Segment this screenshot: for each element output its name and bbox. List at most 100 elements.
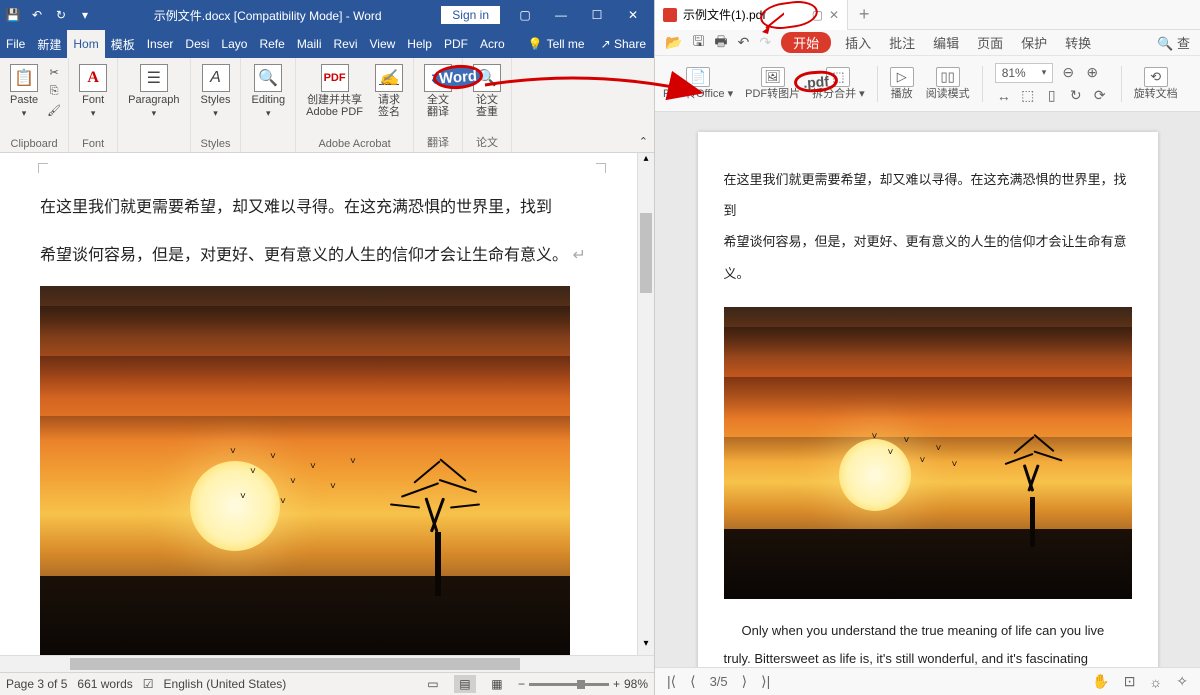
loop-icon[interactable]: ⟳ [1091, 87, 1109, 105]
read-mode-icon[interactable]: ▭ [422, 675, 444, 693]
page-tab[interactable]: 页面 [973, 33, 1007, 52]
tab-file[interactable]: File [0, 30, 31, 58]
tab-help[interactable]: Help [401, 30, 438, 58]
zoom-out-icon[interactable]: ⊖ [1059, 64, 1077, 82]
first-page-icon[interactable]: |⟨ [663, 673, 680, 690]
word-count[interactable]: 661 words [77, 677, 132, 691]
prev-page-icon[interactable]: ⟨ [686, 673, 699, 690]
minimize-icon[interactable]: — [544, 1, 578, 29]
hand-tool-icon[interactable]: ✋ [1088, 673, 1113, 690]
undo-icon[interactable]: ↶ [738, 34, 750, 51]
tab-design[interactable]: Desi [179, 30, 215, 58]
pdf-to-image-button[interactable]: 🖼 PDF转图片 [745, 67, 800, 100]
collapse-ribbon-icon[interactable]: ⌃ [639, 135, 648, 148]
font-button[interactable]: A Font ▾ [75, 62, 111, 121]
search-button[interactable]: 🔍 查 [1157, 33, 1190, 52]
share-button[interactable]: ↗ Share [593, 37, 654, 51]
word-status-bar: Page 3 of 5 661 words ☑ English (United … [0, 672, 654, 695]
play-button[interactable]: ▷ 播放 [890, 67, 914, 100]
tab-close-icon[interactable]: ✕ [829, 8, 839, 22]
tab-new[interactable]: 新建 [31, 30, 67, 58]
copy-icon[interactable]: ⎘ [46, 83, 62, 99]
zoom-select[interactable]: 81%▾ [995, 63, 1054, 83]
request-signature-button[interactable]: ✍ 请求 签名 [371, 62, 407, 120]
new-tab-button[interactable]: + [848, 4, 880, 25]
vertical-scrollbar[interactable]: ▴ ▾ [637, 153, 654, 655]
language-indicator[interactable]: English (United States) [164, 677, 287, 691]
tab-home[interactable]: Hom [67, 30, 104, 58]
pdf-file-tab[interactable]: 示例文件(1).pdf ▢ ✕ [655, 0, 848, 30]
next-page-icon[interactable]: ⟩ [738, 673, 751, 690]
redo-icon[interactable]: ↻ [52, 6, 70, 24]
pdf-status-bar: |⟨ ⟨ 3/5 ⟩ ⟩| ✋ ⊡ ☼ ✧ [655, 667, 1200, 695]
tab-pdf[interactable]: PDF [438, 30, 474, 58]
fit-page-icon[interactable]: ⬚ [1019, 87, 1037, 105]
page-indicator[interactable]: 3/5 [710, 674, 728, 689]
tab-insert[interactable]: Inser [141, 30, 180, 58]
single-page-icon[interactable]: ▯ [1043, 87, 1061, 105]
fit-icon[interactable]: ⊡ [1120, 673, 1140, 690]
horizontal-scrollbar[interactable] [0, 655, 654, 672]
zoom-in-icon[interactable]: ⊕ [1083, 64, 1101, 82]
pdf-document-area[interactable]: 在这里我们就更需要希望，却又难以寻得。在这充满恐惧的世界里，找到 希望谈何容易，… [655, 112, 1200, 667]
last-page-icon[interactable]: ⟩| [757, 673, 774, 690]
spellcheck-icon[interactable]: ☑ [143, 677, 154, 691]
tab-review[interactable]: Revi [327, 30, 363, 58]
print-icon[interactable]: 🖶 [714, 31, 727, 55]
zoom-out-icon[interactable]: − [518, 677, 525, 691]
edit-tab[interactable]: 编辑 [929, 33, 963, 52]
convert-tab[interactable]: 转换 [1061, 33, 1095, 52]
paragraph-button[interactable]: ☰ Paragraph ▾ [124, 62, 183, 121]
pdf-to-office-button[interactable]: 📄 PDF转Office ▾ [663, 67, 733, 100]
scroll-thumb[interactable] [640, 213, 652, 293]
editing-button[interactable]: 🔍 Editing ▾ [247, 62, 289, 121]
fit-width-icon[interactable]: ↔ [995, 87, 1013, 105]
scroll-up-icon[interactable]: ▴ [638, 153, 654, 170]
tab-acrobat[interactable]: Acro [474, 30, 511, 58]
paste-button[interactable]: 📋 Paste ▾ [6, 62, 42, 121]
zoom-slider[interactable] [529, 683, 609, 686]
brightness-icon[interactable]: ☼ [1145, 674, 1166, 690]
insert-tab[interactable]: 插入 [841, 33, 875, 52]
format-painter-icon[interactable]: 🖌 [46, 102, 62, 118]
annotate-tab[interactable]: 批注 [885, 33, 919, 52]
create-share-pdf-button[interactable]: PDF 创建并共享 Adobe PDF [302, 62, 367, 120]
print-layout-icon[interactable]: ▤ [454, 675, 476, 693]
hscroll-thumb[interactable] [70, 658, 520, 670]
zoom-level[interactable]: 98% [624, 677, 648, 691]
zoom-in-icon[interactable]: + [613, 677, 620, 691]
ribbon-display-icon[interactable]: ▢ [508, 1, 542, 29]
reading-mode-button[interactable]: ▯▯ 阅读模式 [926, 67, 970, 100]
close-icon[interactable]: ✕ [616, 1, 650, 29]
sign-in-button[interactable]: Sign in [441, 6, 500, 24]
tab-layout[interactable]: Layo [215, 30, 253, 58]
tab-references[interactable]: Refe [253, 30, 290, 58]
start-tab[interactable]: 开始 [781, 32, 831, 53]
continuous-icon[interactable]: ↻ [1067, 87, 1085, 105]
cut-icon[interactable]: ✂ [46, 64, 62, 80]
maximize-icon[interactable]: ☐ [580, 1, 614, 29]
scroll-down-icon[interactable]: ▾ [638, 638, 654, 655]
styles-button[interactable]: A Styles ▾ [197, 62, 235, 121]
redo-icon[interactable]: ↷ [759, 34, 771, 51]
rotate-doc-button[interactable]: ⟲ 旋转文档 [1134, 67, 1178, 100]
undo-icon[interactable]: ↶ [28, 6, 46, 24]
tab-restore-icon[interactable]: ▢ [812, 8, 823, 22]
save-icon[interactable]: 💾 [4, 6, 22, 24]
web-layout-icon[interactable]: ▦ [486, 675, 508, 693]
font-icon: A [79, 64, 107, 92]
pdf-page: 在这里我们就更需要希望，却又难以寻得。在这充满恐惧的世界里，找到 希望谈何容易，… [698, 132, 1158, 667]
qat-more-icon[interactable]: ▾ [76, 6, 94, 24]
open-folder-icon[interactable]: 📂 [665, 34, 682, 51]
settings-icon[interactable]: ✧ [1172, 673, 1192, 690]
tab-view[interactable]: View [364, 30, 402, 58]
tab-template[interactable]: 模板 [105, 30, 141, 58]
styles-icon: A [202, 64, 230, 92]
book-icon: ▯▯ [936, 67, 960, 87]
save-icon[interactable]: 🖫 [692, 31, 704, 55]
protect-tab[interactable]: 保护 [1017, 33, 1051, 52]
tell-me-button[interactable]: 💡Tell me [520, 37, 593, 51]
tab-mailings[interactable]: Maili [291, 30, 328, 58]
document-page[interactable]: 在这里我们就更需要希望，却又难以寻得。在这充满恐惧的世界里，找到 希望谈何容易，… [20, 159, 634, 655]
page-indicator[interactable]: Page 3 of 5 [6, 677, 67, 691]
